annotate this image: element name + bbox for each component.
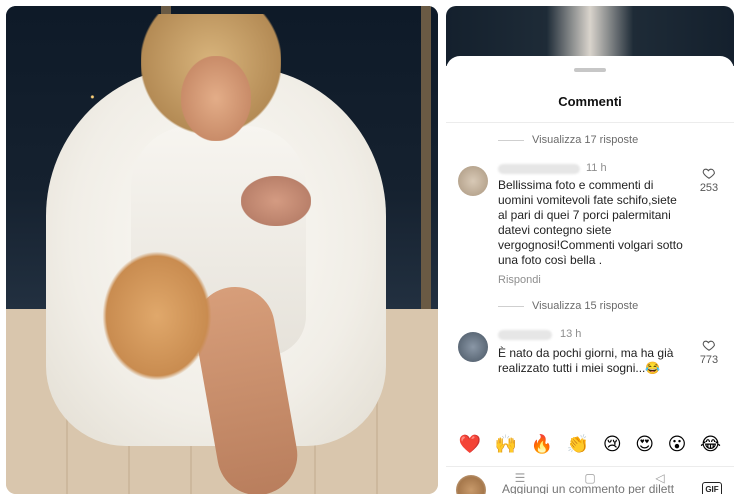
android-navigation-bar: ☰ ▢ ◁	[446, 462, 734, 494]
pomeranian-dog	[102, 251, 212, 381]
username-blurred[interactable]	[498, 164, 580, 174]
avatar[interactable]	[458, 166, 488, 196]
quick-reactions-bar: ❤️ 🙌 🔥 👏 😢 😍 😮 😂	[446, 428, 734, 462]
heart-icon	[702, 168, 715, 179]
replies-line	[498, 139, 524, 141]
username-blurred[interactable]	[498, 330, 552, 340]
window-frame	[421, 6, 431, 309]
comment-time: 13 h	[560, 328, 582, 340]
reaction-heart-eyes[interactable]: 😍	[635, 436, 654, 454]
reaction-fire[interactable]: 🔥	[531, 436, 553, 454]
reaction-crying[interactable]: 😢	[603, 436, 622, 454]
reaction-clap[interactable]: 👏	[567, 436, 589, 454]
view-replies-label: Visualizza 17 risposte	[532, 134, 639, 146]
post-photo	[6, 6, 438, 494]
home-icon[interactable]: ▢	[584, 472, 596, 484]
reply-button[interactable]: Rispondi	[498, 274, 541, 286]
comment-text: Bellissima foto e commenti di uomini vom…	[498, 178, 683, 267]
reaction-raised-hands[interactable]: 🙌	[495, 436, 517, 454]
back-icon[interactable]: ◁	[654, 472, 666, 484]
heart-icon	[702, 340, 715, 351]
like-button[interactable]: 773	[696, 338, 722, 366]
like-button[interactable]: 253	[696, 166, 722, 194]
avatar[interactable]	[458, 332, 488, 362]
reaction-surprised[interactable]: 😮	[668, 436, 687, 454]
view-replies-link[interactable]: Visualizza 15 risposte	[498, 300, 638, 312]
view-replies-label: Visualizza 15 risposte	[532, 300, 639, 312]
view-replies-link[interactable]: Visualizza 17 risposte	[498, 134, 638, 146]
woman-face	[181, 56, 251, 141]
like-count: 773	[699, 354, 719, 366]
screenshot: Commenti Visualizza 17 risposte 11 h Bel…	[0, 0, 740, 500]
comment-time: 11 h	[586, 162, 607, 174]
recent-apps-icon[interactable]: ☰	[514, 472, 526, 484]
reaction-heart[interactable]: ❤️	[459, 436, 481, 454]
comment-text: È nato da pochi giorni, ma ha già realiz…	[498, 346, 674, 375]
replies-line	[498, 305, 524, 307]
baby	[241, 176, 311, 226]
reaction-laughing[interactable]: 😂	[700, 436, 721, 454]
sheet-grab-handle[interactable]	[574, 68, 606, 72]
comments-sheet: Commenti Visualizza 17 risposte 11 h Bel…	[446, 56, 734, 494]
divider	[446, 122, 734, 123]
comments-panel: Commenti Visualizza 17 risposte 11 h Bel…	[446, 6, 734, 494]
like-count: 253	[699, 182, 719, 194]
sheet-title: Commenti	[558, 94, 622, 109]
